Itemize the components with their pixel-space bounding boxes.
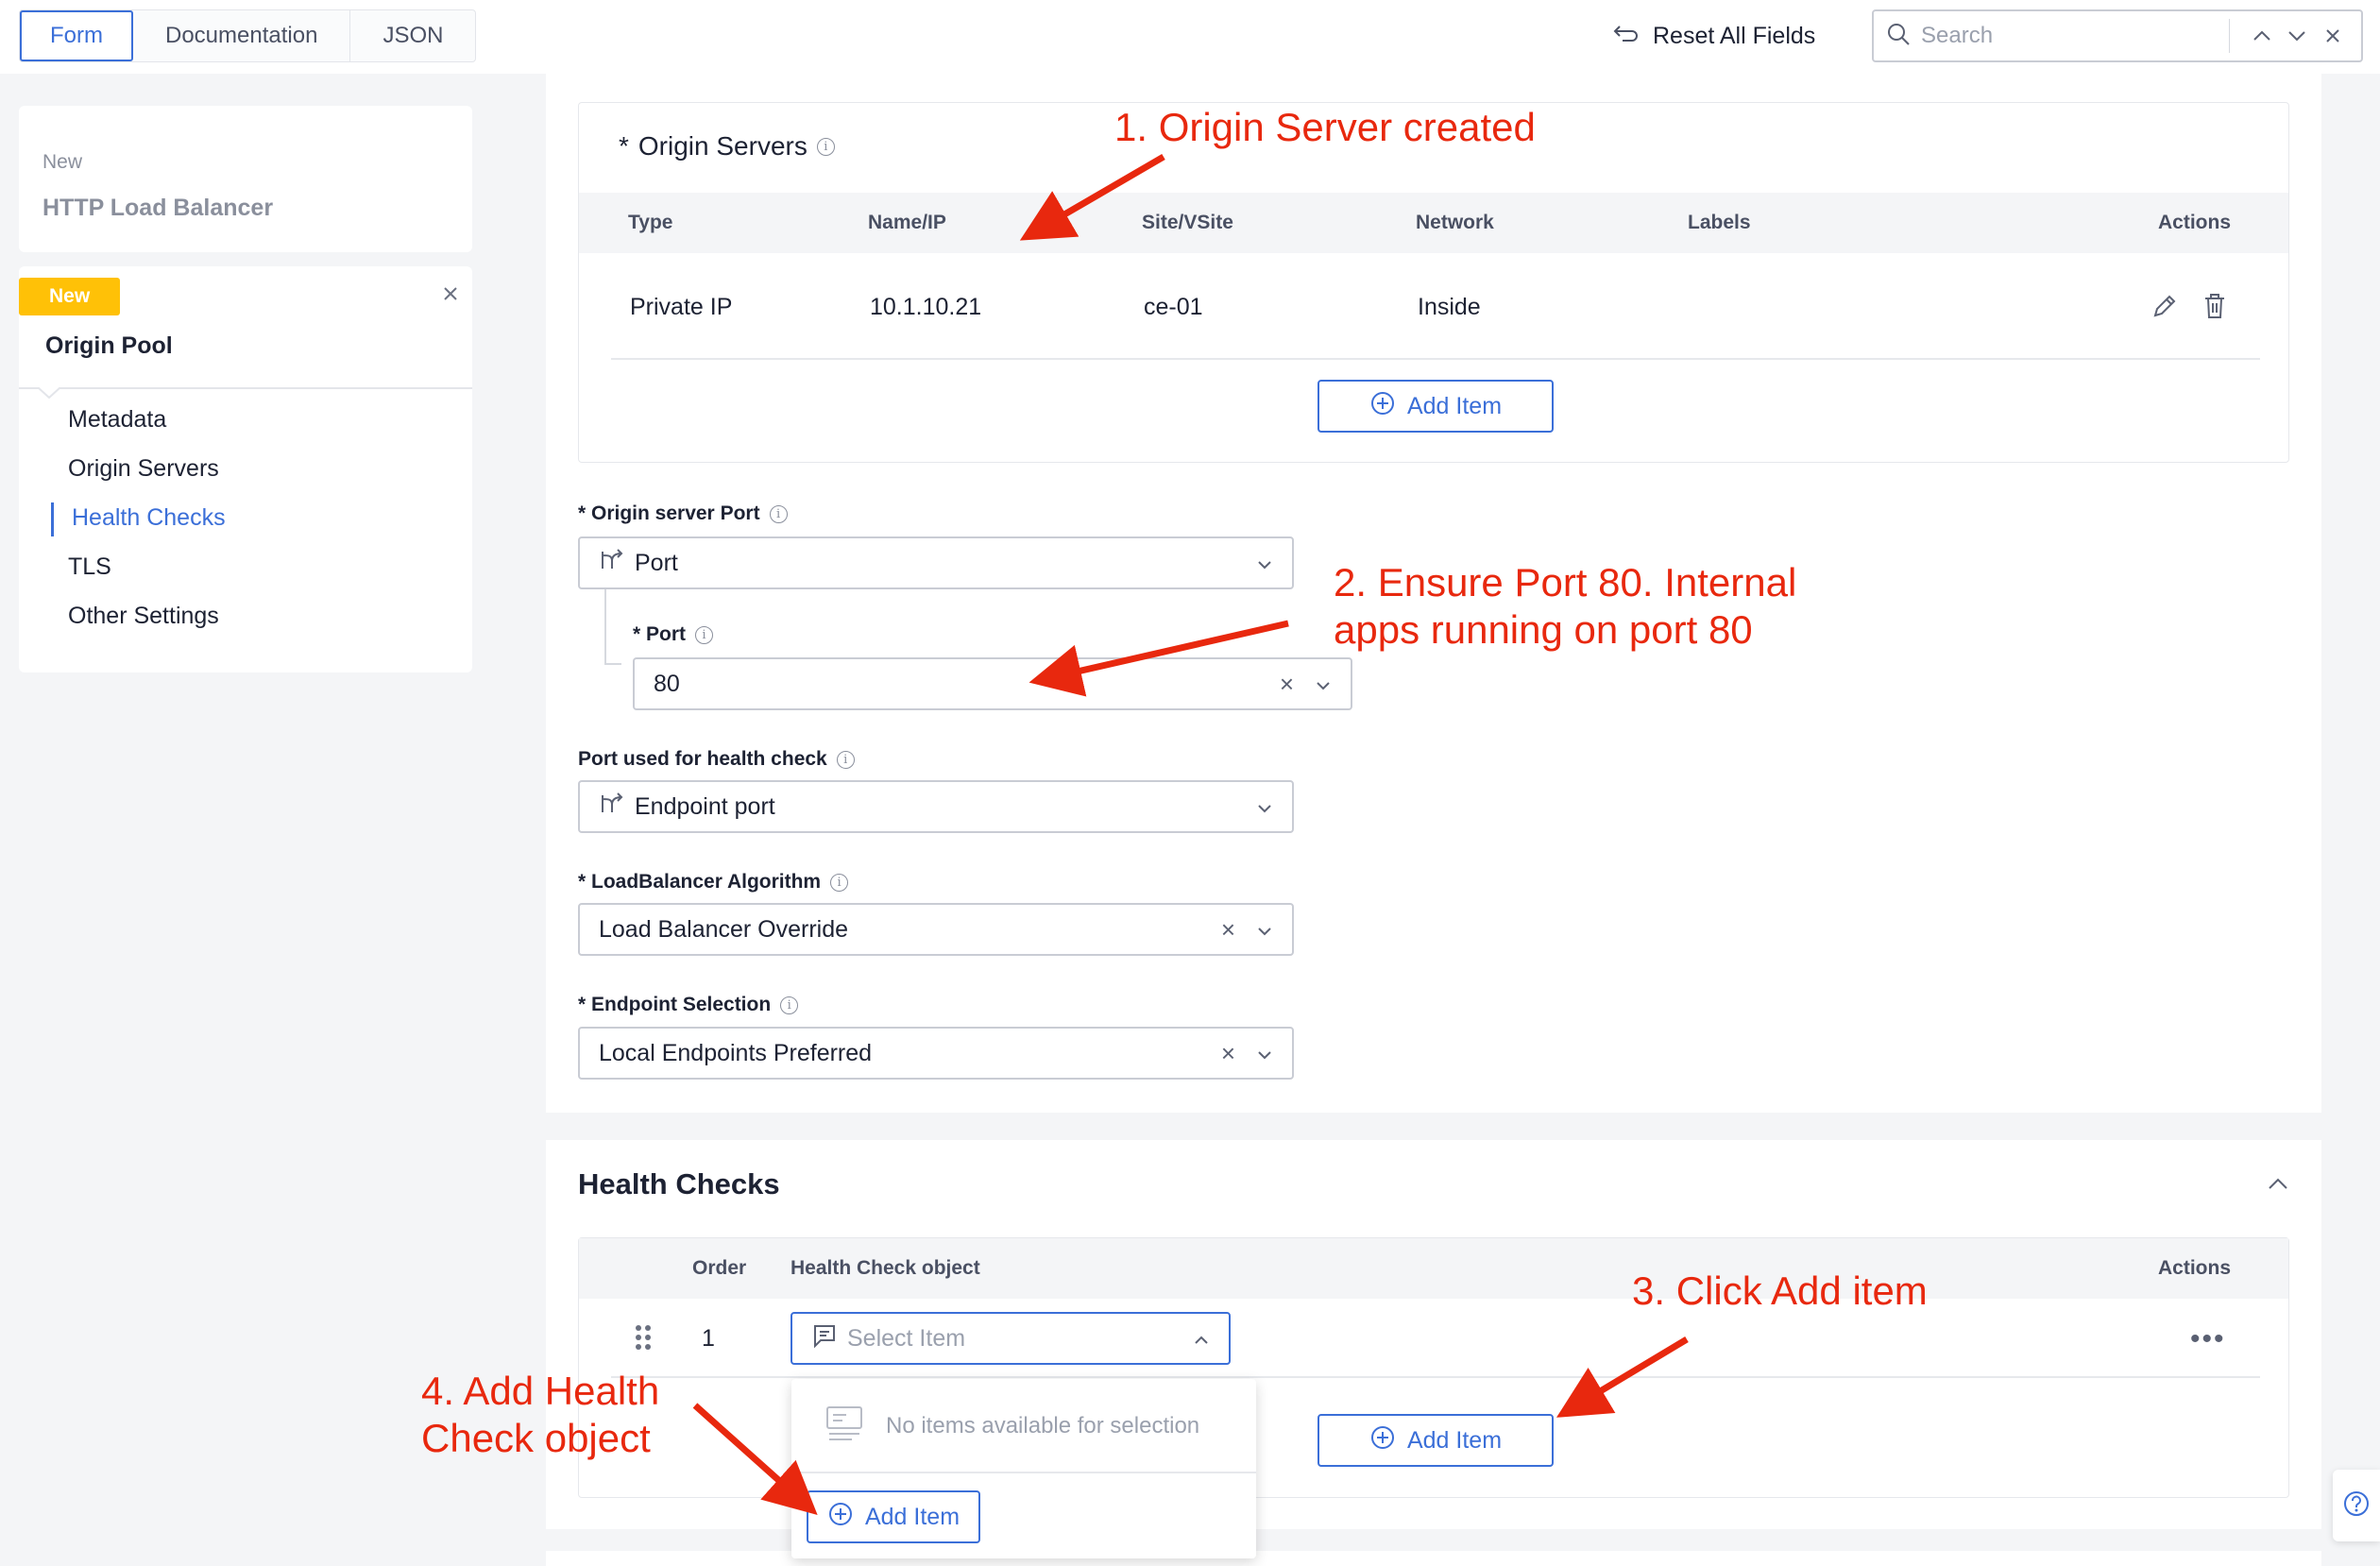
annotation-arrows [692,153,1689,1516]
arrow-2 [1028,620,1289,697]
arrow-1 [1019,153,1165,241]
arrow-4 [692,1403,818,1516]
arrow-3 [1556,1336,1689,1418]
